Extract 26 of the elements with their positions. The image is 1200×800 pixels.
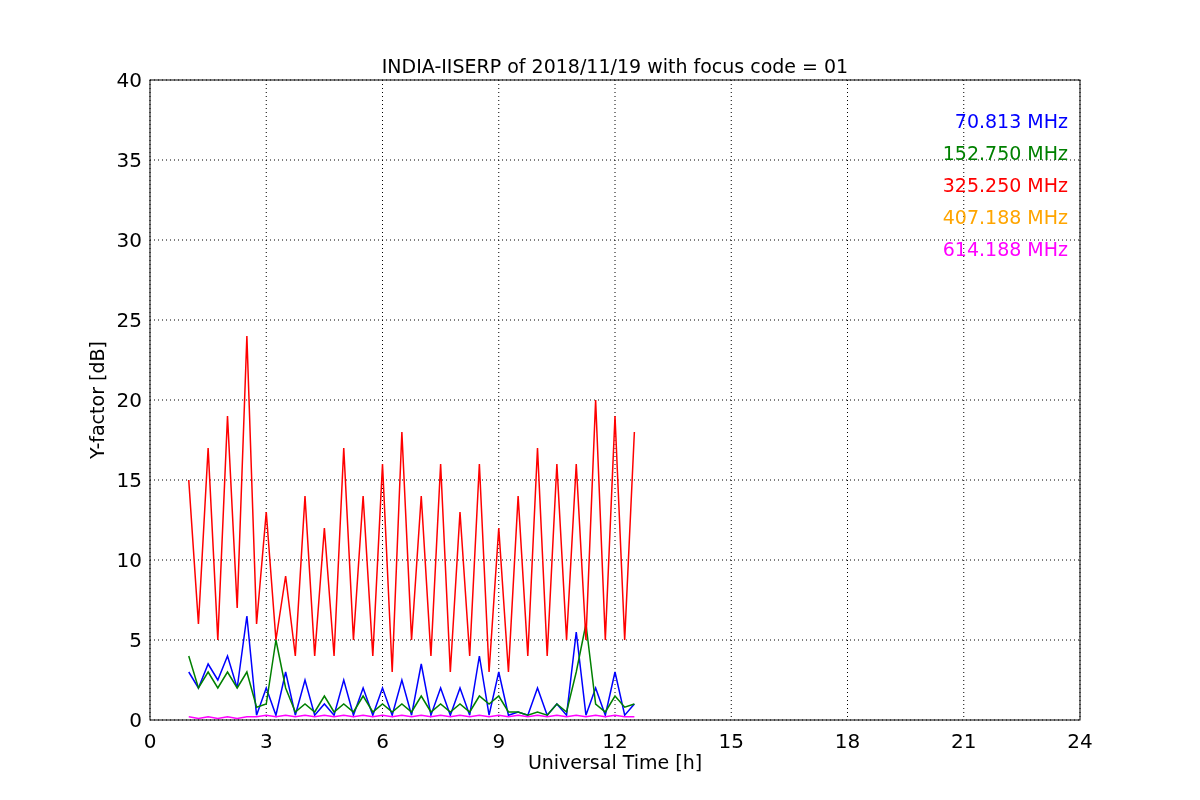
x-axis-label: Universal Time [h] — [527, 751, 703, 773]
x-tick-label: 15 — [718, 729, 744, 753]
y-tick-label: 30 — [116, 228, 142, 252]
x-tick-label: 6 — [376, 729, 389, 753]
x-tick-label: 12 — [602, 729, 628, 753]
x-tick-label: 21 — [951, 729, 977, 753]
y-tick-label: 15 — [116, 468, 142, 492]
legend-label: 152.750 MHz — [942, 142, 1068, 164]
y-tick-label: 0 — [129, 708, 142, 732]
chart-title: INDIA-IISERP of 2018/11/19 with focus code = 01 — [381, 55, 849, 77]
legend-label: 325.250 MHz — [942, 174, 1068, 196]
y-tick-label: 40 — [116, 68, 142, 92]
x-tick-label: 3 — [259, 729, 273, 753]
y-tick-label: 20 — [116, 388, 142, 412]
legend-label: 70.813 MHz — [954, 110, 1068, 132]
x-tick-label: 24 — [1067, 729, 1093, 753]
y-tick-label: 35 — [116, 148, 142, 172]
legend-label: 614.188 MHz — [942, 238, 1068, 260]
x-tick-label: 0 — [143, 729, 157, 753]
y-tick-label: 10 — [116, 548, 142, 572]
y-tick-label: 25 — [116, 308, 142, 332]
x-tick-label: 18 — [834, 729, 861, 753]
y-axis-label: Y-factor [dB] — [86, 341, 108, 459]
legend-label: 407.188 MHz — [942, 206, 1068, 228]
x-tick-label: 9 — [492, 729, 506, 753]
y-tick-label: 5 — [129, 628, 142, 652]
